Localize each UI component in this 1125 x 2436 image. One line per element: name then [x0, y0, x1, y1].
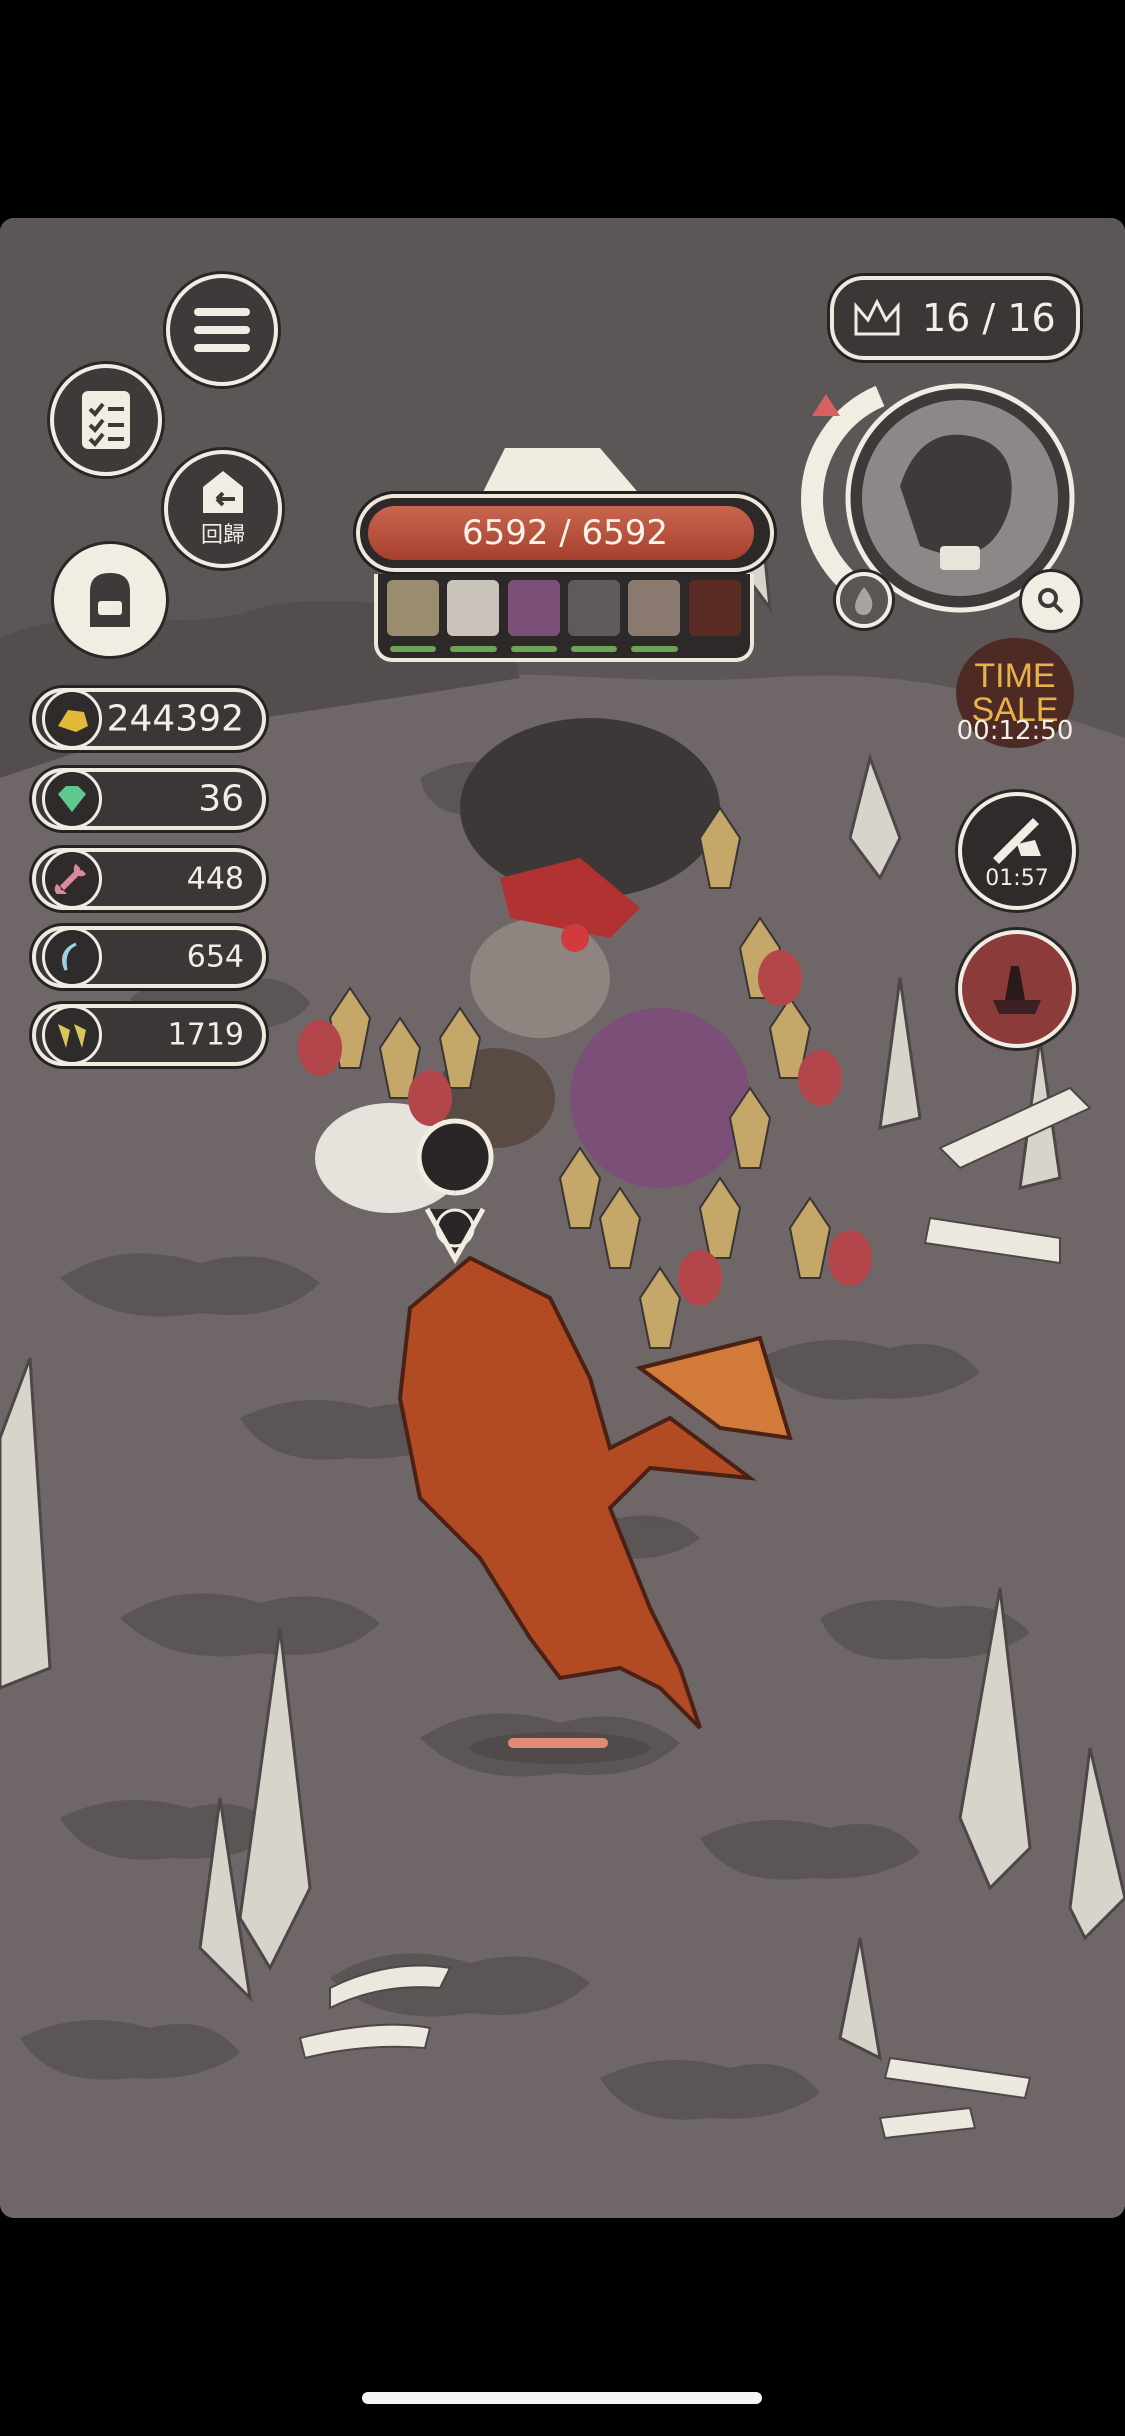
army-count-pill[interactable]: 16 / 16 — [830, 276, 1080, 360]
wing-icon — [42, 1005, 102, 1065]
magnifier-icon — [1038, 588, 1064, 614]
fang-value: 654 — [186, 939, 244, 975]
team-slots — [374, 574, 754, 662]
sword-skill-button[interactable]: 01:57 — [958, 792, 1076, 910]
quest-button[interactable] — [50, 364, 162, 476]
bone-icon — [42, 849, 102, 909]
wing-value: 1719 — [167, 1017, 244, 1053]
menu-icon — [194, 308, 250, 352]
resource-bone: 448 — [32, 848, 266, 910]
gold-value: 244392 — [106, 698, 244, 740]
return-label: 回歸 — [200, 523, 245, 548]
forge-icon — [993, 966, 1041, 1014]
diamond-icon — [42, 769, 102, 829]
flame-icon — [855, 587, 873, 615]
quest-checklist-icon — [82, 391, 130, 449]
gold-nugget-icon — [42, 689, 102, 749]
game-viewport[interactable]: 回歸 6592 / 6592 16 / 16 TIME SALE 00:12:5… — [0, 218, 1125, 2218]
backpack-button[interactable] — [54, 544, 166, 656]
event-button[interactable] — [958, 930, 1076, 1048]
fire-skill-button[interactable] — [836, 572, 892, 628]
resource-gold: 244392 — [32, 688, 266, 750]
home-indicator[interactable] — [362, 2392, 762, 2404]
team-slot-reindeer[interactable] — [627, 580, 681, 654]
return-button[interactable]: 回歸 — [164, 450, 282, 568]
sword-boot-icon — [993, 817, 1041, 864]
minimap-zoom-button[interactable] — [1022, 572, 1080, 630]
backpack-icon — [90, 573, 130, 627]
crown-web-icon — [854, 298, 900, 336]
team-slot-locked[interactable] — [688, 580, 742, 654]
team-slot-cat[interactable] — [446, 580, 500, 654]
time-sale-line1: TIME — [974, 657, 1056, 695]
time-sale-timer: 00:12:50 — [956, 716, 1074, 746]
resource-gem: 36 — [32, 768, 266, 830]
menu-button[interactable] — [166, 274, 278, 386]
gem-value: 36 — [198, 778, 244, 820]
army-count-text: 16 / 16 — [922, 296, 1056, 340]
team-slot-boar[interactable] — [507, 580, 561, 654]
hp-text: 6592 / 6592 — [461, 513, 669, 553]
fang-icon — [42, 927, 102, 987]
return-home-icon — [203, 471, 243, 513]
resource-fang: 654 — [32, 926, 266, 988]
skill-timer: 01:57 — [985, 865, 1049, 891]
army-hp-bar: 6592 / 6592 — [356, 494, 774, 572]
resource-wing: 1719 — [32, 1004, 266, 1066]
minimap[interactable] — [800, 376, 1084, 630]
bone-value: 448 — [186, 861, 244, 897]
team-slot-wolf[interactable] — [567, 580, 621, 654]
team-slot-mantis[interactable] — [386, 580, 440, 654]
time-sale-button[interactable]: TIME SALE 00:12:50 — [950, 638, 1080, 778]
